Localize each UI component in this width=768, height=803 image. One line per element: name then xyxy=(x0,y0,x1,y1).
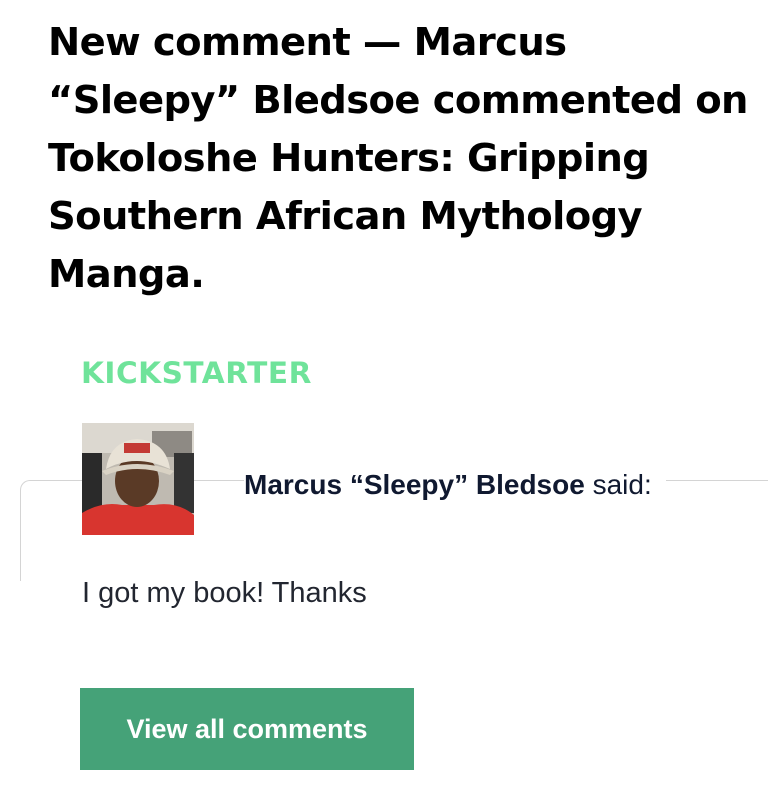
email-subject: New comment — Marcus “Sleepy” Bledsoe co… xyxy=(48,20,748,297)
said-suffix: said: xyxy=(584,469,652,500)
view-all-comments-button[interactable]: View all comments xyxy=(80,688,414,770)
avatar-image xyxy=(82,423,194,535)
comment-attribution: Marcus “Sleepy” Bledsoe said: xyxy=(244,468,666,502)
commenter-avatar xyxy=(82,423,194,535)
commenter-name: Marcus “Sleepy” Bledsoe xyxy=(244,469,585,500)
comment-text: I got my book! Thanks xyxy=(82,577,367,609)
kickstarter-logo: KICKSTARTER xyxy=(81,356,312,390)
